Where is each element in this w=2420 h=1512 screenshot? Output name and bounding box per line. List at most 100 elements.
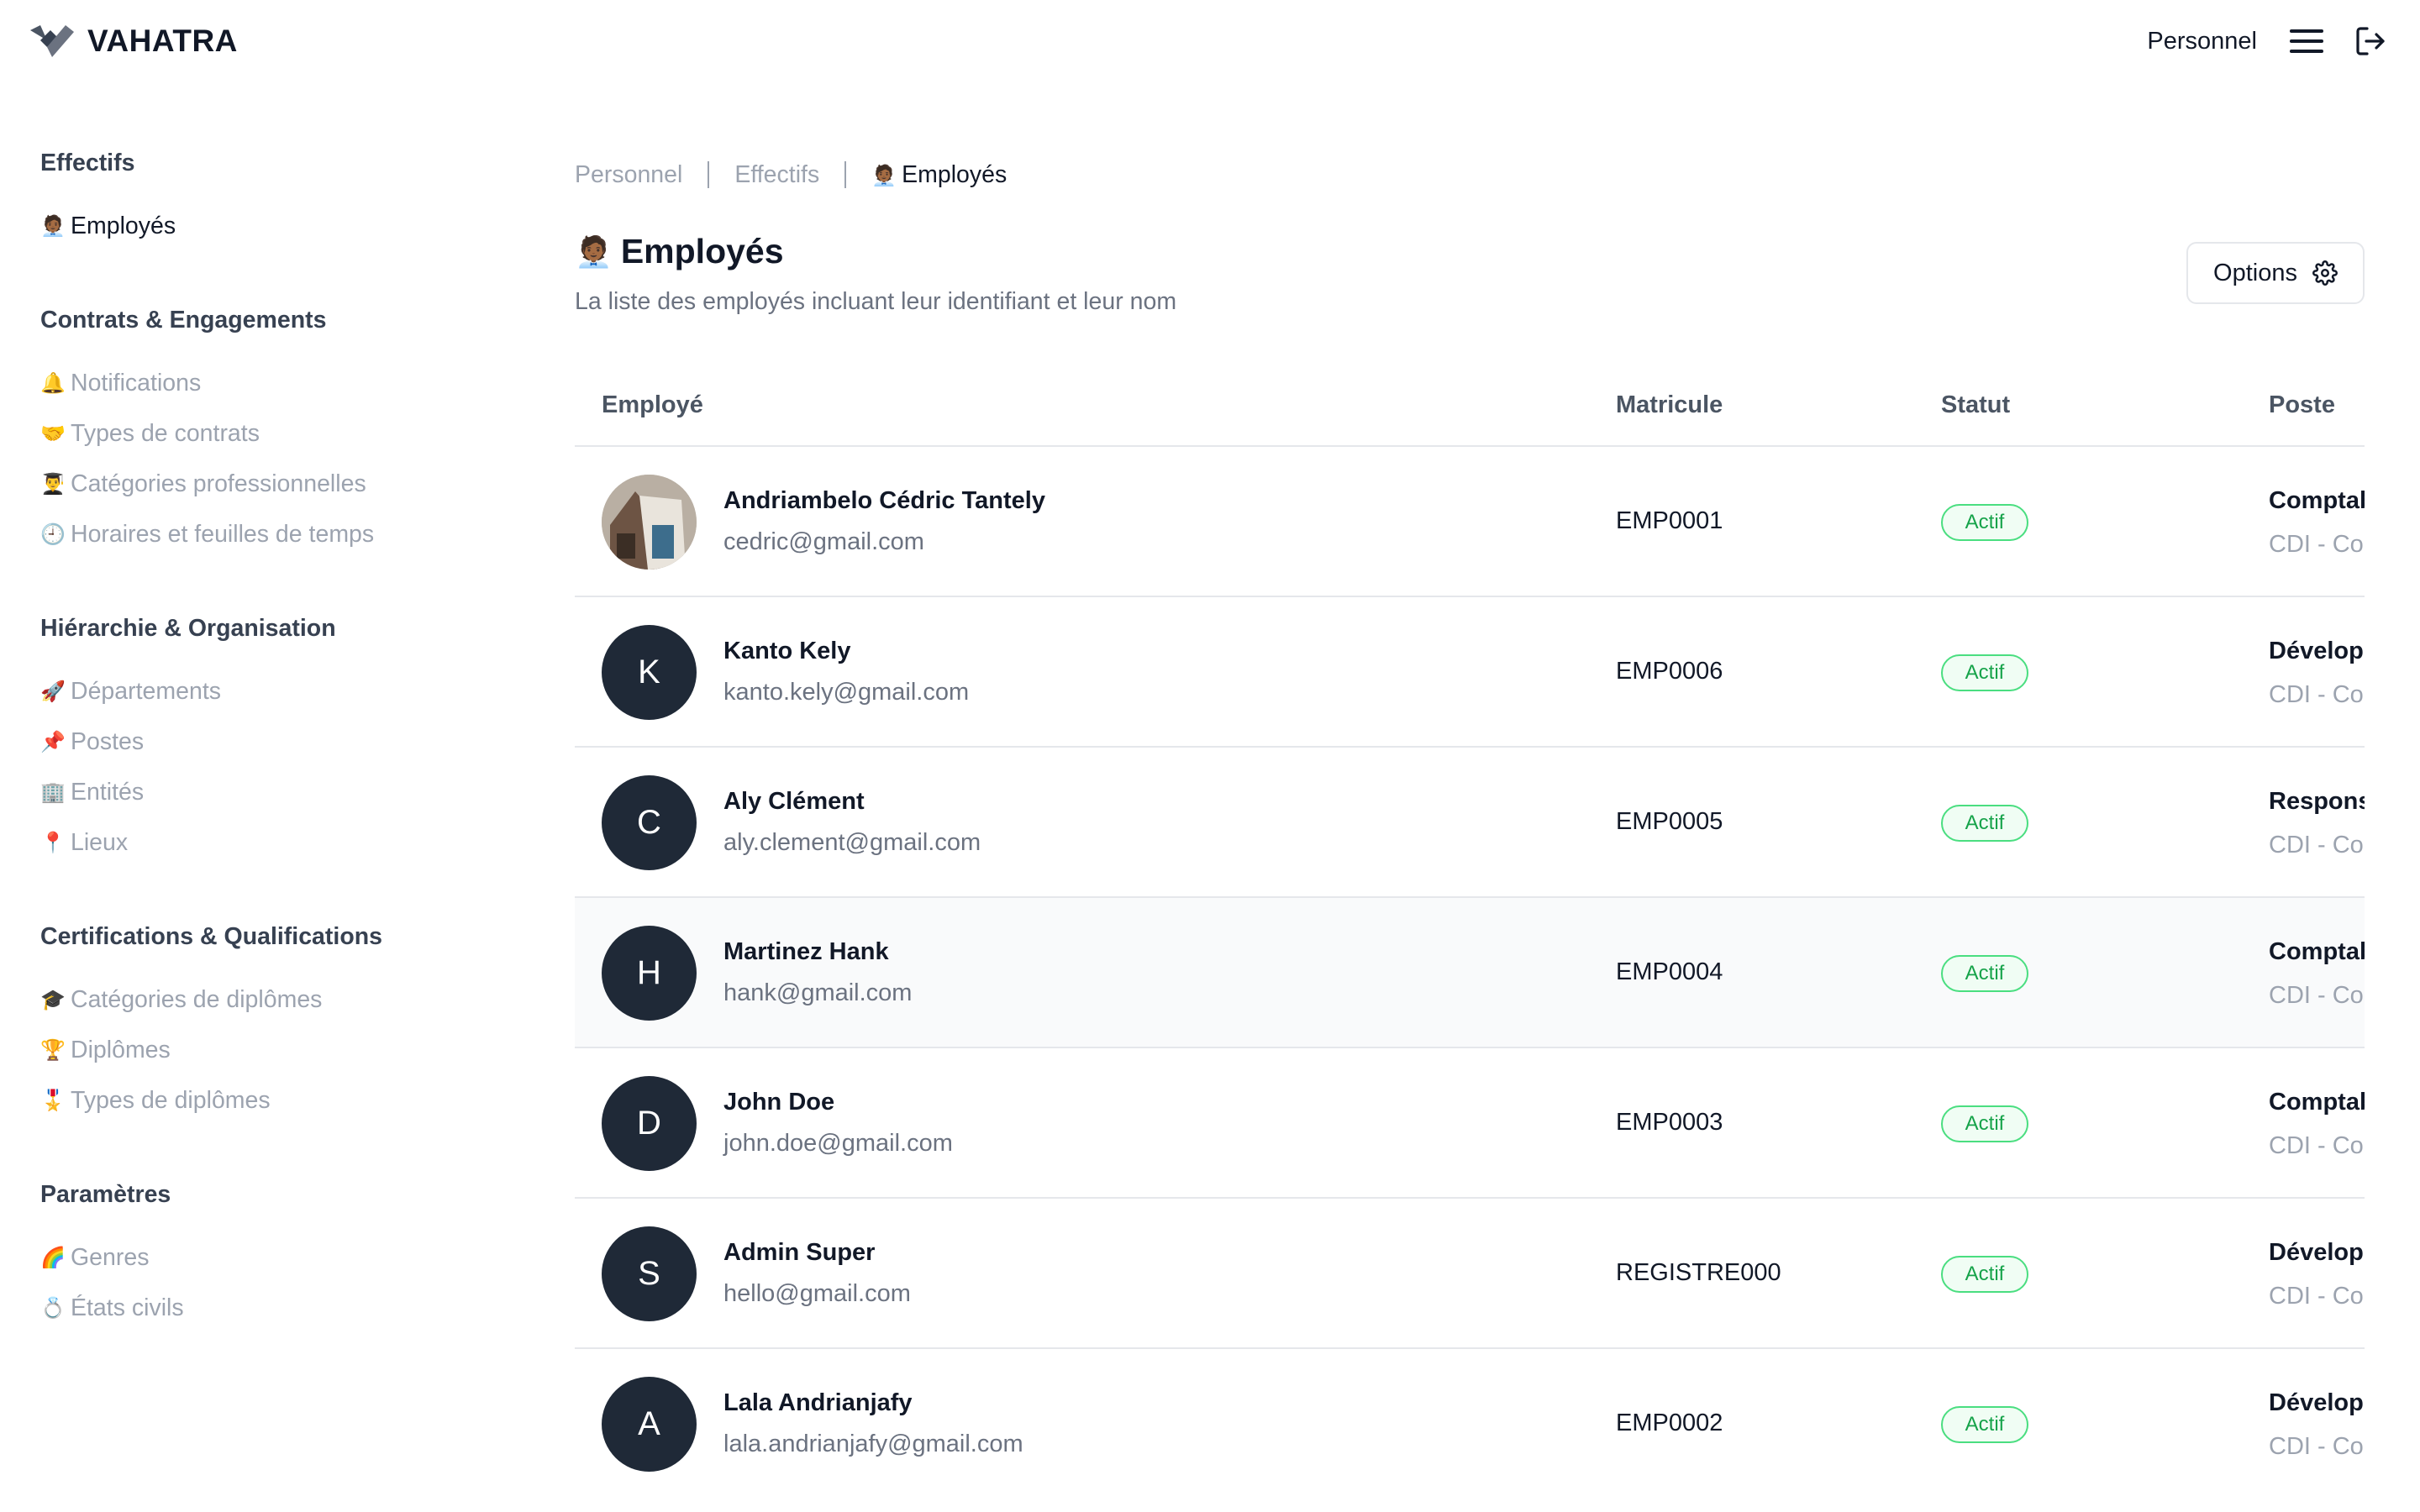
employee-matricule: EMP0002 (1616, 1410, 1723, 1436)
sidebar-section-parametres: Paramètres 🌈 Genres 💍 États civils (40, 1181, 511, 1333)
sidebar-item-label: Diplômes (71, 1036, 171, 1063)
vahatra-logo-icon (30, 25, 74, 57)
employee-poste: Développ CDI - Cor (2269, 1389, 2365, 1461)
sidebar-item-genres[interactable]: 🌈 Genres (40, 1232, 511, 1283)
employee-matricule: EMP0001 (1616, 507, 1723, 534)
pushpin-icon: 📌 (40, 730, 66, 753)
avatar: A (602, 1377, 697, 1472)
contrat-type: CDI - Cor (2269, 1132, 2365, 1159)
employee-email: lala.andrianjafy@gmail.com (723, 1431, 1023, 1457)
medal-icon: 🎖️ (40, 1089, 66, 1112)
contrat-type: CDI - Cor (2269, 681, 2365, 708)
employee-matricule: EMP0003 (1616, 1109, 1723, 1136)
section-title: Effectifs (40, 150, 135, 176)
page-subtitle: La liste des employés incluant leur iden… (575, 288, 1177, 315)
sidebar-item-employes[interactable]: 🧑🏾‍💼 Employés (40, 201, 511, 251)
sidebar-item-diplomes[interactable]: 🏆 Diplômes (40, 1025, 511, 1075)
breadcrumb-effectifs[interactable]: Effectifs (734, 161, 819, 189)
main-content: Personnel Effectifs 🧑🏾‍💼 Employés 🧑🏾‍💼 Emp… (575, 150, 2365, 1499)
sidebar-item-label: Employés (71, 212, 176, 239)
sidebar-item-categories-diplomes[interactable]: 🎓 Catégories de diplômes (40, 974, 511, 1025)
poste-title: Comptab (2269, 1089, 2365, 1116)
employee-matricule: EMP0004 (1616, 958, 1723, 985)
location-pin-icon: 📍 (40, 831, 66, 854)
module-name[interactable]: Personnel (2147, 28, 2257, 55)
poste-title: Comptab (2269, 487, 2365, 514)
table-row[interactable]: H Martinez Hank hank@gmail.com EMP0004 A… (575, 898, 2365, 1048)
sidebar-item-departements[interactable]: 🚀 Départements (40, 666, 511, 717)
options-label: Options (2213, 259, 2297, 286)
graduation-cap-icon: 🎓 (40, 988, 66, 1011)
sidebar-section-hierarchie: Hiérarchie & Organisation 🚀 Départements … (40, 615, 511, 868)
clock-icon: 🕘 (40, 522, 66, 546)
column-header-employe[interactable]: Employé (602, 391, 703, 419)
poste-title: Responsa (2269, 788, 2365, 815)
table-row[interactable]: S Admin Super hello@gmail.com REGISTRE00… (575, 1199, 2365, 1349)
employee-poste: Responsa CDI - Cor (2269, 788, 2365, 859)
employee-name: Andriambelo Cédric Tantely (723, 487, 1045, 514)
breadcrumb-personnel[interactable]: Personnel (575, 161, 682, 189)
sidebar-item-types-contrats[interactable]: 🤝 Types de contrats (40, 408, 511, 459)
sidebar-item-label: Postes (71, 727, 145, 755)
contrat-type: CDI - Cor (2269, 982, 2365, 1009)
office-building-icon: 🏢 (40, 780, 66, 804)
sidebar-item-label: Départements (71, 677, 222, 705)
status-badge: Actif (1941, 1105, 2028, 1142)
column-header-poste[interactable]: Poste (2269, 391, 2335, 419)
sidebar-item-lieux[interactable]: 📍 Lieux (40, 817, 511, 868)
table-row[interactable]: Andriambelo Cédric Tantely cedric@gmail.… (575, 447, 2365, 597)
top-bar: VAHATRA Personnel (0, 0, 2420, 87)
employee-icon: 🧑🏾‍💼 (871, 164, 897, 187)
contrat-type: CDI - Cor (2269, 531, 2365, 558)
sidebar-item-etats-civils[interactable]: 💍 États civils (40, 1283, 511, 1333)
table-row[interactable]: K Kanto Kely kanto.kely@gmail.com EMP000… (575, 597, 2365, 748)
column-header-matricule[interactable]: Matricule (1616, 391, 1723, 419)
column-header-statut[interactable]: Statut (1941, 391, 2010, 419)
employee-icon: 🧑🏾‍💼 (575, 234, 613, 269)
contrat-type: CDI - Cor (2269, 1433, 2365, 1460)
status-badge: Actif (1941, 654, 2028, 691)
page-title-text: Employés (620, 232, 784, 270)
status-badge: Actif (1941, 504, 2028, 541)
app-logo[interactable]: VAHATRA (29, 22, 238, 60)
breadcrumb-separator (708, 161, 710, 188)
table-row[interactable]: D John Doe john.doe@gmail.com EMP0003 Ac… (575, 1048, 2365, 1199)
employee-email: john.doe@gmail.com (723, 1130, 953, 1157)
sidebar-item-entites[interactable]: 🏢 Entités (40, 767, 511, 817)
avatar: D (602, 1076, 697, 1171)
table-header: Employé Matricule Statut Poste (575, 361, 2365, 447)
menu-icon[interactable] (2287, 22, 2326, 60)
logout-icon[interactable] (2351, 22, 2390, 60)
section-title: Paramètres (40, 1181, 171, 1208)
sidebar-item-postes[interactable]: 📌 Postes (40, 717, 511, 767)
rainbow-icon: 🌈 (40, 1246, 66, 1269)
table-row[interactable]: A Lala Andrianjafy lala.andrianjafy@gmai… (575, 1349, 2365, 1499)
employee-matricule: EMP0006 (1616, 658, 1723, 685)
employee-name: John Doe (723, 1089, 835, 1116)
employee-email: aly.clement@gmail.com (723, 829, 981, 856)
trophy-icon: 🏆 (40, 1038, 66, 1062)
sidebar-item-label: Genres (71, 1243, 150, 1271)
options-button[interactable]: Options (2186, 242, 2365, 304)
sidebar-section-contrats: Contrats & Engagements 🔔 Notifications 🤝 T… (40, 307, 511, 559)
sidebar-item-label: Entités (71, 778, 145, 806)
sidebar-item-horaires[interactable]: 🕘 Horaires et feuilles de temps (40, 509, 511, 559)
status-badge: Actif (1941, 805, 2028, 842)
handshake-icon: 🤝 (40, 422, 66, 445)
sidebar-item-notifications[interactable]: 🔔 Notifications (40, 358, 511, 408)
employee-poste: Comptab CDI - Cor (2269, 938, 2365, 1010)
avatar (602, 475, 697, 570)
sidebar-item-label: Types de contrats (71, 419, 260, 447)
sidebar: Effectifs 🧑🏾‍💼 Employés Contrats & Engage… (40, 150, 511, 1389)
sidebar-item-types-diplomes[interactable]: 🎖️ Types de diplômes (40, 1075, 511, 1126)
rocket-icon: 🚀 (40, 680, 66, 703)
sidebar-item-label: États civils (71, 1294, 184, 1321)
sidebar-item-categories-pro[interactable]: 👨‍🎓 Catégories professionnelles (40, 459, 511, 509)
gear-icon (2312, 260, 2338, 286)
avatar: S (602, 1226, 697, 1321)
breadcrumb-employes[interactable]: 🧑🏾‍💼 Employés (871, 161, 1007, 189)
section-title: Contrats & Engagements (40, 307, 327, 333)
table-row[interactable]: C Aly Clément aly.clement@gmail.com EMP0… (575, 748, 2365, 898)
sidebar-item-label: Catégories de diplômes (71, 985, 323, 1013)
page-header: 🧑🏾‍💼 Employés La liste des employés inclu… (575, 232, 2365, 341)
